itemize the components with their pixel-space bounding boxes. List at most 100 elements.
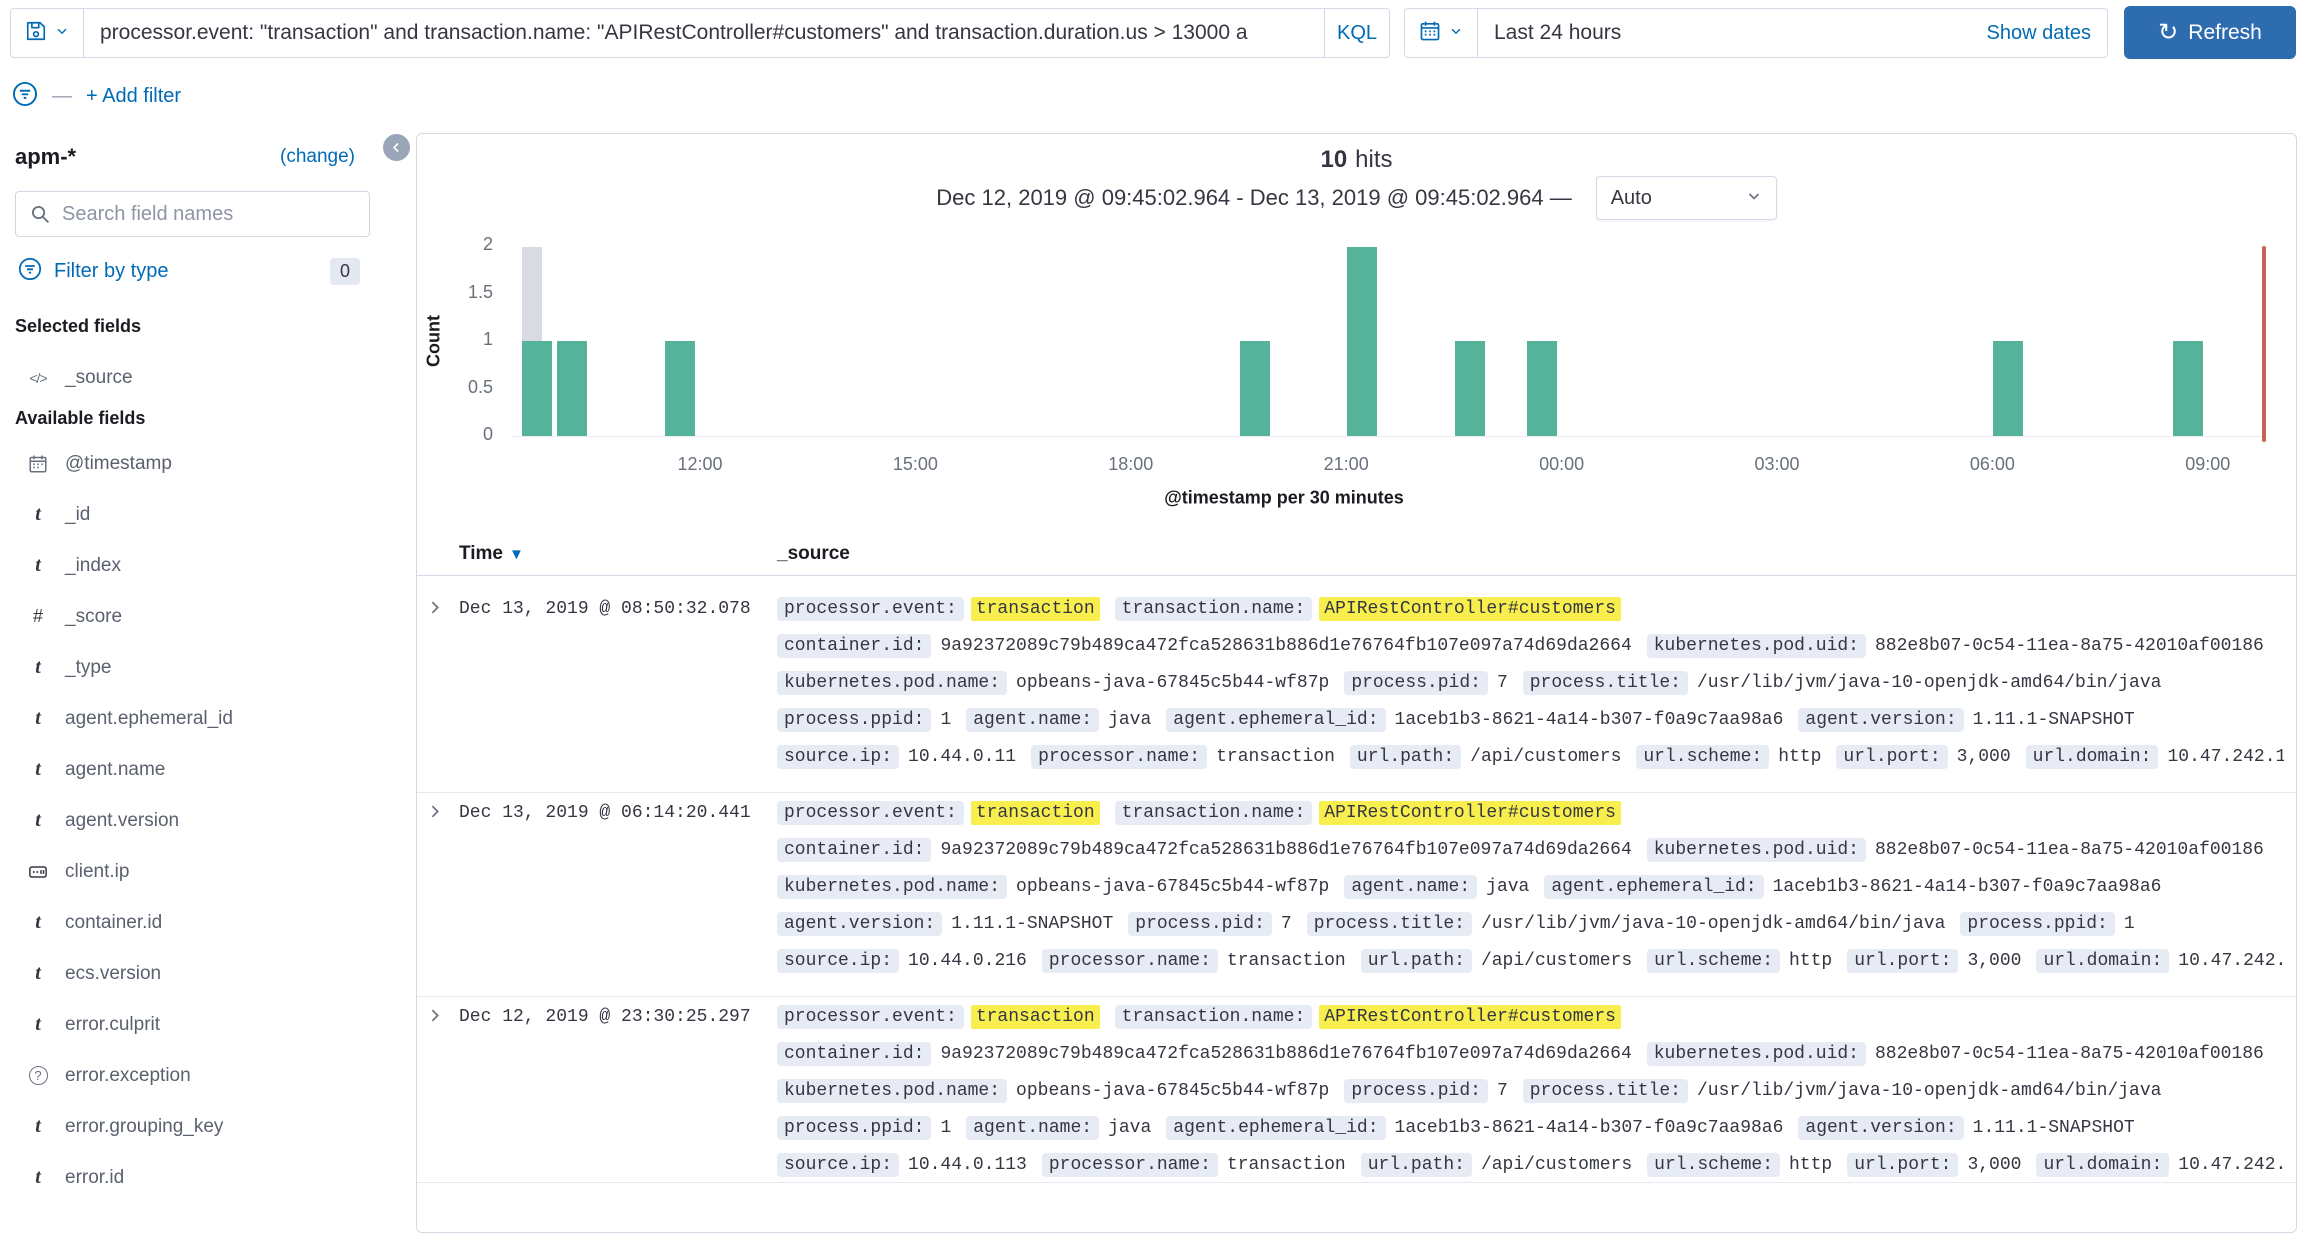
- x-axis-tick: 03:00: [1717, 454, 1837, 475]
- histogram-bar[interactable]: [1993, 341, 2023, 436]
- sidebar-field-container.id[interactable]: tcontainer.id: [0, 897, 395, 948]
- string-field-icon: t: [26, 554, 50, 577]
- histogram-bar[interactable]: [522, 341, 552, 436]
- field-chip: process.ppid:: [1960, 912, 2114, 936]
- histogram-bar[interactable]: [557, 341, 587, 436]
- filter-icon[interactable]: [12, 81, 38, 112]
- sort-descending-icon: ▼: [509, 546, 524, 563]
- sidebar-field-error.exception[interactable]: ?error.exception: [0, 1050, 395, 1101]
- field-chip: url.path:: [1350, 745, 1461, 769]
- field-name: client.ip: [65, 861, 129, 883]
- sidebar-field-agent.version[interactable]: tagent.version: [0, 795, 395, 846]
- sidebar-field-client.ip[interactable]: client.ip: [0, 846, 395, 897]
- date-quick-select-button[interactable]: [1405, 9, 1477, 57]
- histogram-bar[interactable]: [1527, 341, 1557, 436]
- sidebar-field-_source[interactable]: </>_source: [0, 352, 395, 403]
- histogram-bar[interactable]: [2173, 341, 2203, 436]
- field-chip: url.port:: [1836, 745, 1947, 769]
- show-dates-link[interactable]: Show dates: [1986, 22, 2107, 45]
- y-axis-tick: 1: [435, 329, 493, 350]
- sidebar-field-error.grouping_key[interactable]: terror.grouping_key: [0, 1101, 395, 1152]
- available-fields-heading: Available fields: [15, 408, 145, 429]
- field-name: error.culprit: [65, 1014, 160, 1036]
- expand-row-button[interactable]: [426, 999, 459, 1182]
- query-input[interactable]: processor.event: "transaction" and trans…: [84, 21, 1324, 45]
- sidebar-field-agent.name[interactable]: tagent.name: [0, 744, 395, 795]
- field-chip: source.ip:: [777, 949, 899, 973]
- field-chip: url.scheme:: [1636, 745, 1769, 769]
- field-search-input[interactable]: [16, 192, 369, 236]
- field-value: 10.47.242.108: [2178, 951, 2284, 971]
- hits-histogram[interactable]: Count @timestamp per 30 minutes 21.510.5…: [417, 134, 2296, 534]
- field-chip: transaction.name:: [1115, 597, 1313, 621]
- field-value: java: [1108, 1118, 1151, 1138]
- field-value: 7: [1497, 673, 1508, 693]
- field-chip: agent.name:: [966, 708, 1099, 732]
- collapse-sidebar-button[interactable]: [383, 134, 410, 161]
- field-value-highlighted: APIRestController#customers: [1319, 1005, 1621, 1029]
- row-time: Dec 13, 2019 @ 08:50:32.078: [459, 591, 777, 776]
- calendar-field-icon: [26, 454, 50, 474]
- field-value: 10.44.0.11: [908, 747, 1016, 767]
- source-line: kubernetes.pod.name:opbeans-java-67845c5…: [777, 1073, 2284, 1110]
- sidebar-field-_index[interactable]: t _index: [0, 540, 395, 591]
- string-field-icon: t: [26, 503, 50, 526]
- sidebar-field-ecs.version[interactable]: tecs.version: [0, 948, 395, 999]
- sidebar-field-agent.ephemeral_id[interactable]: tagent.ephemeral_id: [0, 693, 395, 744]
- field-value: 7: [1281, 914, 1292, 934]
- sidebar-field-error.id[interactable]: terror.id: [0, 1152, 395, 1203]
- field-value: 1.11.1-SNAPSHOT: [1973, 710, 2135, 730]
- expand-row-button[interactable]: [426, 591, 459, 776]
- refresh-button[interactable]: ↻ Refresh: [2124, 6, 2296, 59]
- change-index-pattern-link[interactable]: (change): [280, 146, 355, 168]
- histogram-bar[interactable]: [665, 341, 695, 436]
- sidebar-field-_id[interactable]: t_id: [0, 489, 395, 540]
- field-chip: container.id:: [777, 1042, 931, 1066]
- expand-row-button[interactable]: [426, 795, 459, 979]
- source-line: process.ppid:1agent.name:javaagent.ephem…: [777, 702, 2284, 739]
- field-value: 3,000: [1967, 951, 2021, 971]
- field-name: _index: [65, 555, 121, 577]
- field-value: java: [1486, 877, 1529, 897]
- source-line: container.id:9a92372089c79b489ca472fca52…: [777, 832, 2284, 869]
- table-header: Time▼ _source: [417, 532, 2296, 576]
- query-language-button[interactable]: KQL: [1325, 22, 1389, 45]
- calendar-icon: [1419, 20, 1441, 47]
- field-value: 1aceb1b3-8621-4a14-b307-f0a9c7aa98a6: [1773, 877, 2162, 897]
- field-chip: transaction.name:: [1115, 1005, 1313, 1029]
- field-value: 9a92372089c79b489ca472fca528631b886d1e76…: [940, 840, 1631, 860]
- field-chip: process.ppid:: [777, 1116, 931, 1140]
- field-chip: url.path:: [1361, 949, 1472, 973]
- time-column-header[interactable]: Time▼: [459, 543, 777, 565]
- add-filter-link[interactable]: + Add filter: [86, 85, 181, 108]
- x-axis-line: [512, 436, 2264, 437]
- x-axis-tick: 21:00: [1286, 454, 1406, 475]
- ip-field-icon: [26, 862, 50, 882]
- string-field-icon: t: [26, 962, 50, 985]
- sidebar-field-_score[interactable]: #_score: [0, 591, 395, 642]
- time-range-button[interactable]: Last 24 hours: [1478, 21, 1621, 45]
- field-name: error.id: [65, 1167, 124, 1189]
- field-chip: url.domain:: [2026, 745, 2159, 769]
- filter-icon: [18, 257, 42, 286]
- histogram-bar[interactable]: [1347, 247, 1377, 436]
- field-value: /usr/lib/jvm/java-10-openjdk-amd64/bin/j…: [1481, 914, 1945, 934]
- sidebar-field-error.culprit[interactable]: terror.culprit: [0, 999, 395, 1050]
- x-axis-tick: 12:00: [640, 454, 760, 475]
- saved-query-button[interactable]: [11, 9, 83, 57]
- field-value-highlighted: APIRestController#customers: [1319, 597, 1621, 621]
- field-name: _score: [65, 606, 122, 628]
- y-axis-tick: 0: [435, 424, 493, 445]
- field-chip: agent.version:: [1798, 708, 1963, 732]
- field-value: /usr/lib/jvm/java-10-openjdk-amd64/bin/j…: [1697, 1081, 2161, 1101]
- selected-fields-heading: Selected fields: [15, 316, 141, 337]
- sidebar-field-_type[interactable]: t_type: [0, 642, 395, 693]
- string-field-icon: t: [26, 1115, 50, 1138]
- field-chip: source.ip:: [777, 1153, 899, 1177]
- field-chip: kubernetes.pod.uid:: [1647, 1042, 1866, 1066]
- histogram-bar[interactable]: [1455, 341, 1485, 436]
- filter-by-type-button[interactable]: Filter by type 0: [18, 257, 360, 286]
- sidebar-field-@timestamp[interactable]: @timestamp: [0, 438, 395, 489]
- x-axis-tick: 00:00: [1502, 454, 1622, 475]
- histogram-bar[interactable]: [1240, 341, 1270, 436]
